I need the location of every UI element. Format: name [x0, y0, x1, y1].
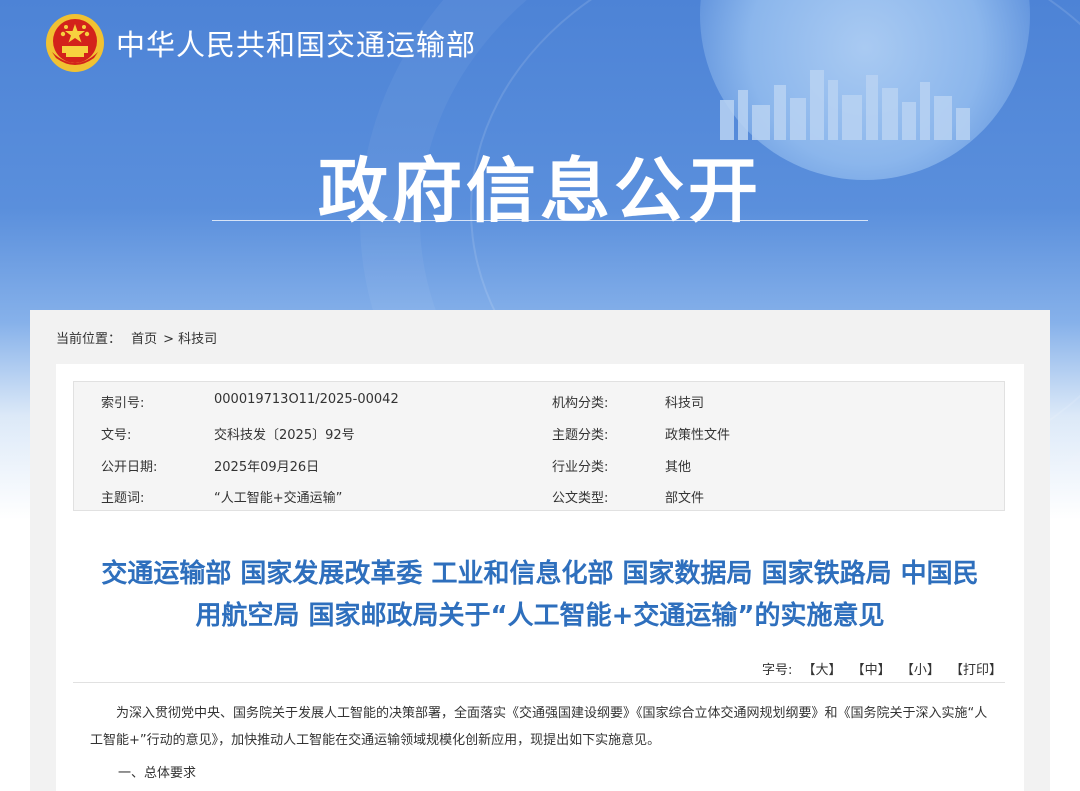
- document-title: 交通运输部 国家发展改革委 工业和信息化部 国家数据局 国家铁路局 中国民 用航…: [60, 553, 1020, 637]
- print-button[interactable]: 【打印】: [950, 663, 1002, 678]
- body-paragraph: 为深入贯彻党中央、国务院关于发展人工智能的决策部署，全面落实《交通强国建设纲要》…: [90, 706, 988, 748]
- breadcrumb-separator: >: [163, 332, 175, 347]
- site-title[interactable]: 中华人民共和国交通运输部: [116, 22, 476, 64]
- title-divider: [73, 682, 1005, 683]
- meta-label: 主题词:: [101, 491, 145, 506]
- meta-label: 机构分类:: [552, 396, 609, 411]
- font-large-button[interactable]: 【大】: [803, 663, 842, 678]
- meta-label: 主题分类:: [552, 428, 609, 443]
- meta-value: 交科技发〔2025〕92号: [214, 428, 355, 443]
- meta-value: 其他: [665, 460, 692, 475]
- meta-label: 索引号:: [101, 396, 145, 411]
- font-size-controls: 字号: 【大】 【中】 【小】 【打印】: [762, 659, 1002, 678]
- breadcrumb-home-link[interactable]: 首页: [131, 332, 157, 347]
- banner-divider: [212, 220, 868, 221]
- breadcrumb-item-keji[interactable]: 科技司: [178, 332, 217, 347]
- meta-value: 政策性文件: [665, 428, 731, 443]
- city-skyline-icon: [720, 70, 970, 140]
- document-title-line: 用航空局 国家邮政局关于“人工智能+交通运输”的实施意见: [195, 601, 885, 631]
- meta-value: 2025年09月26日: [214, 460, 320, 475]
- meta-value: 部文件: [665, 491, 705, 506]
- meta-row: 公开日期: 2025年09月26日 行业分类: 其他: [74, 456, 1006, 476]
- metadata-table: 索引号: 000019713O11/2025-00042 机构分类: 科技司 文…: [73, 381, 1005, 511]
- site-header: 中华人民共和国交通运输部: [44, 10, 476, 76]
- section-heading: 一、总体要求: [118, 766, 197, 781]
- meta-value: 科技司: [665, 396, 705, 411]
- meta-label: 公文类型:: [552, 491, 609, 506]
- breadcrumb: 当前位置： 首页 > 科技司: [56, 328, 223, 347]
- document-title-line: 交通运输部 国家发展改革委 工业和信息化部 国家数据局 国家铁路局 中国民: [101, 559, 979, 589]
- meta-row: 索引号: 000019713O11/2025-00042 机构分类: 科技司: [74, 392, 1006, 412]
- meta-label: 公开日期:: [101, 460, 158, 475]
- meta-row: 文号: 交科技发〔2025〕92号 主题分类: 政策性文件: [74, 424, 1006, 444]
- meta-label: 文号:: [101, 428, 132, 443]
- meta-value: “人工智能+交通运输”: [214, 491, 343, 506]
- font-small-button[interactable]: 【小】: [901, 663, 940, 678]
- meta-label: 行业分类:: [552, 460, 609, 475]
- font-medium-button[interactable]: 【中】: [852, 663, 891, 678]
- national-emblem-icon[interactable]: [44, 12, 106, 74]
- meta-value: 000019713O11/2025-00042: [214, 392, 399, 407]
- font-size-label: 字号:: [761, 663, 793, 678]
- meta-row: 主题词: “人工智能+交通运输” 公文类型: 部文件: [74, 487, 1006, 507]
- breadcrumb-label: 当前位置：: [56, 332, 122, 347]
